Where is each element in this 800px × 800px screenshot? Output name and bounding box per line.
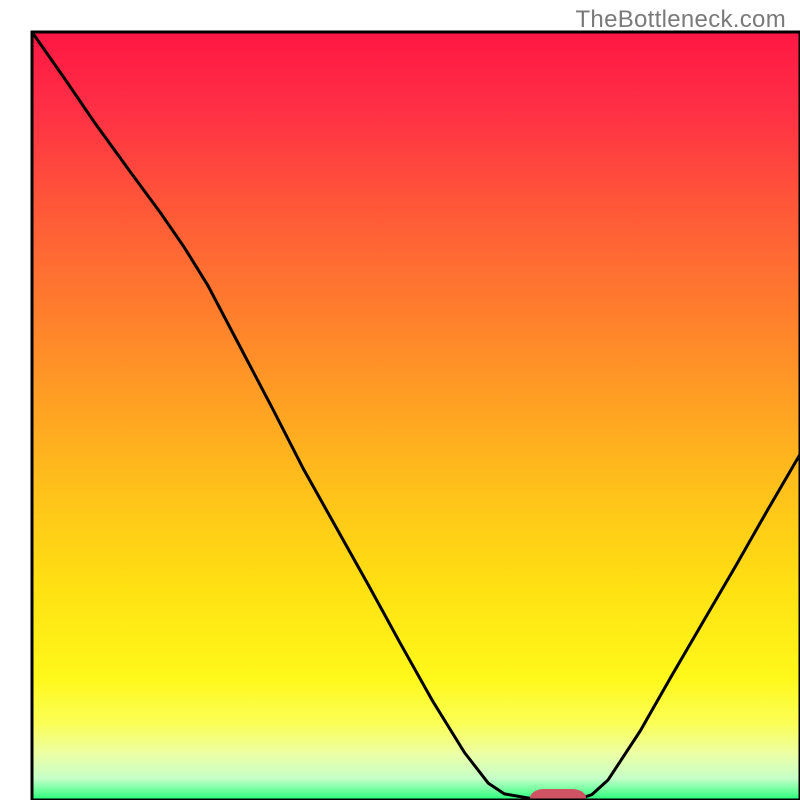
selected-marker bbox=[530, 789, 586, 800]
watermark-text: TheBottleneck.com bbox=[575, 6, 786, 34]
chart-container: { "watermark": "TheBottleneck.com", "plo… bbox=[0, 0, 800, 800]
bottleneck-chart bbox=[0, 0, 800, 800]
gradient-background bbox=[32, 32, 800, 800]
